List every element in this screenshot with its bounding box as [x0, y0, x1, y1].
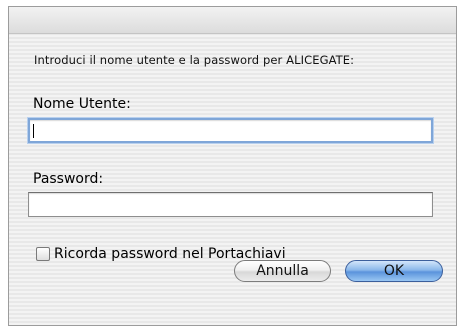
remember-password-checkbox[interactable]	[36, 247, 50, 261]
password-field[interactable]	[28, 192, 433, 217]
username-field[interactable]	[28, 118, 433, 143]
password-label: Password:	[33, 171, 104, 187]
dialog-prompt: Introduci il nome utente e la password p…	[34, 53, 355, 67]
username-label: Nome Utente:	[33, 96, 131, 112]
ok-button[interactable]: OK	[345, 260, 443, 282]
cancel-button[interactable]: Annulla	[234, 260, 331, 282]
text-caret	[33, 124, 34, 138]
dialog-title-bar	[9, 7, 456, 34]
